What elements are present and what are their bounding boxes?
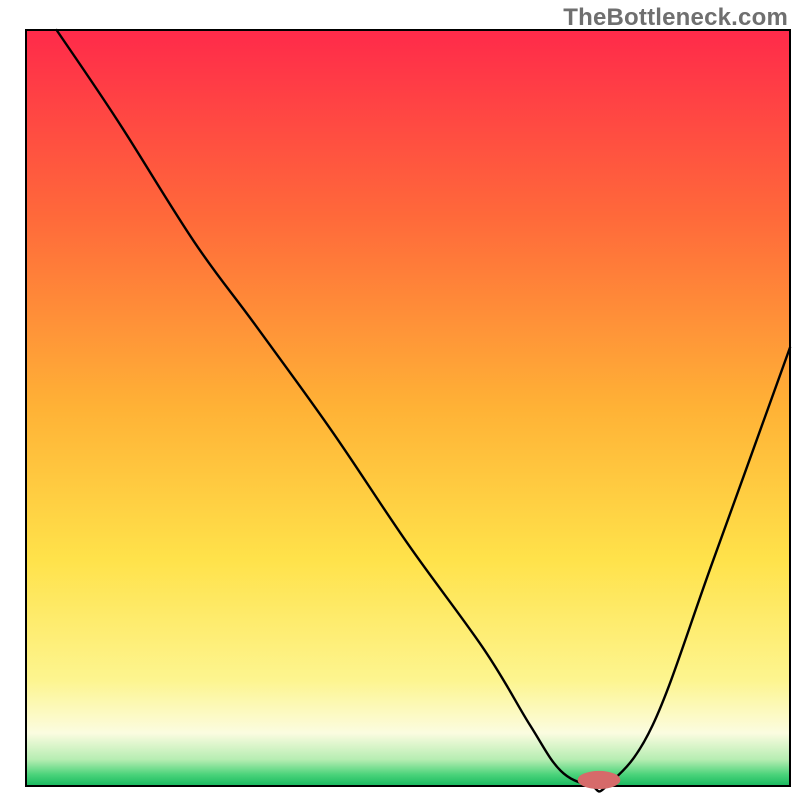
chart-container: TheBottleneck.com — [0, 0, 800, 800]
plot-background — [26, 30, 790, 786]
watermark-text: TheBottleneck.com — [563, 4, 788, 32]
optimal-range-marker — [578, 771, 621, 789]
bottleneck-chart — [0, 0, 800, 800]
